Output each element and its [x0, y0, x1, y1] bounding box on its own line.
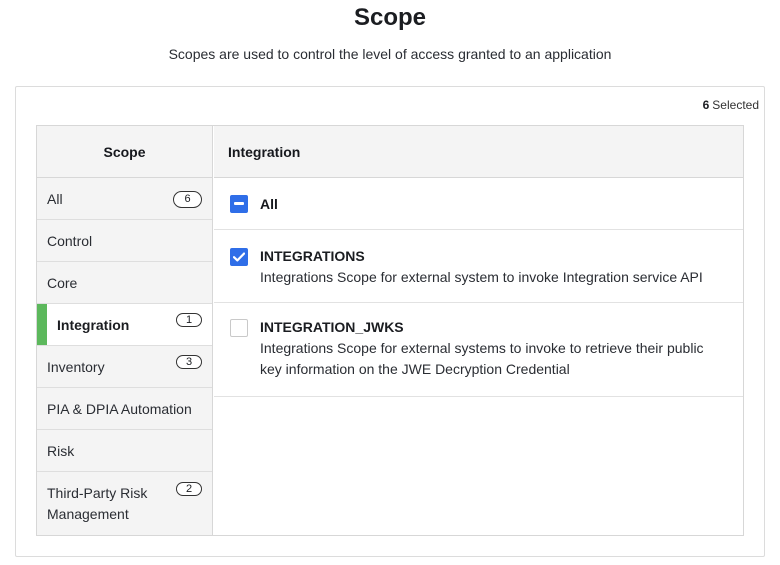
selected-count: 6 Selected [703, 98, 759, 112]
category-label: Inventory [47, 358, 105, 375]
scope-text: INTEGRATION_JWKS Integrations Scope for … [260, 317, 727, 380]
scope-description: Integrations Scope for external system t… [260, 269, 703, 285]
selected-count-label: Selected [712, 98, 759, 112]
scope-name: INTEGRATIONS [260, 248, 365, 264]
scope-name: INTEGRATION_JWKS [260, 319, 404, 335]
category-label: Control [47, 232, 93, 249]
scope-checkbox-checked[interactable] [230, 248, 248, 266]
category-label: Third-Party Risk Management [47, 485, 148, 522]
scope-description: Integrations Scope for external systems … [260, 340, 704, 377]
category-label: PIA & DPIA Automation [47, 400, 192, 417]
category-label: Core [47, 274, 78, 291]
page-subtitle: Scopes are used to control the level of … [168, 46, 612, 62]
category-item-control[interactable]: Control [37, 220, 212, 262]
category-count-badge: 3 [176, 355, 202, 369]
select-all-row[interactable]: All [214, 178, 743, 230]
category-list-heading: Scope [37, 126, 212, 178]
category-count-badge: 1 [176, 313, 202, 327]
category-item-third-party-risk-management[interactable]: Third-Party Risk Management 2 [37, 472, 212, 534]
scope-item-integration-jwks[interactable]: INTEGRATION_JWKS Integrations Scope for … [214, 303, 743, 397]
selected-count-number: 6 [702, 98, 710, 112]
category-count-badge: 2 [176, 482, 202, 496]
scope-text: INTEGRATIONS Integrations Scope for exte… [260, 246, 703, 288]
category-item-all[interactable]: All 6 [37, 178, 212, 220]
scope-item-integrations[interactable]: INTEGRATIONS Integrations Scope for exte… [214, 230, 743, 303]
scope-detail-panel: Integration All INTEGRATIONS Integration… [214, 126, 743, 535]
category-item-core[interactable]: Core [37, 262, 212, 304]
category-item-pia-dpia-automation[interactable]: PIA & DPIA Automation [37, 388, 212, 430]
page-title: Scope [353, 4, 427, 31]
scope-panel: Scope All 6 Control Core Integration 1 I… [36, 125, 744, 536]
category-label: Integration [57, 316, 130, 333]
check-icon [233, 252, 245, 262]
category-item-inventory[interactable]: Inventory 3 [37, 346, 212, 388]
detail-heading: Integration [214, 126, 743, 178]
scope-category-list: Scope All 6 Control Core Integration 1 I… [37, 126, 213, 535]
scope-checkbox-unchecked[interactable] [230, 319, 248, 337]
select-all-checkbox[interactable] [230, 194, 248, 213]
category-item-risk[interactable]: Risk [37, 430, 212, 472]
category-item-integration[interactable]: Integration 1 [37, 304, 212, 346]
category-label: Risk [47, 442, 75, 459]
category-count-badge: 6 [173, 191, 202, 208]
category-label: All [47, 190, 63, 207]
select-all-label: All [260, 195, 278, 212]
